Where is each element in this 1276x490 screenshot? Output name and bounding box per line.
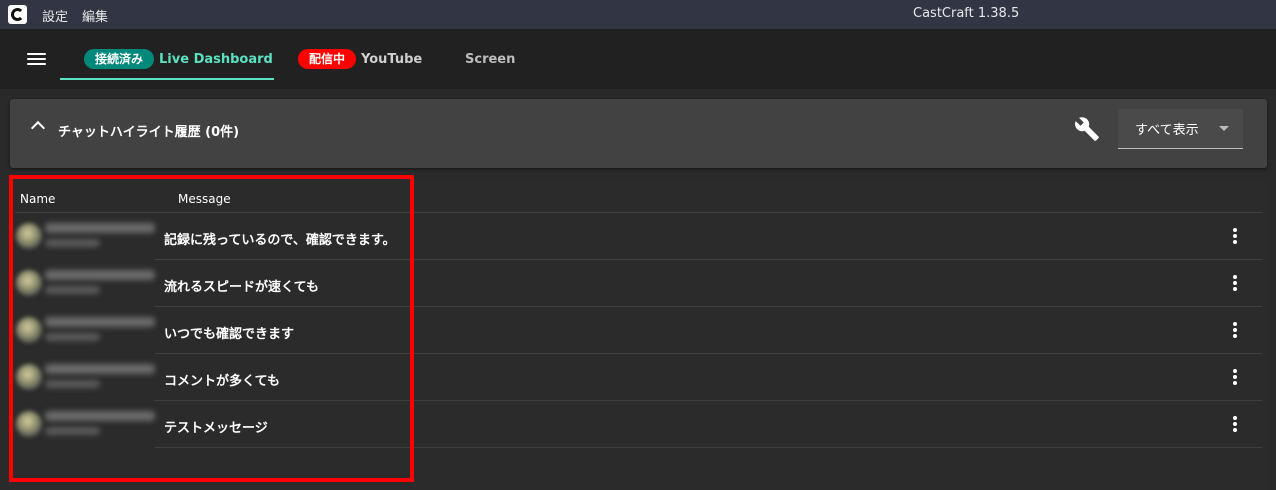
menu-edit[interactable]: 編集 [82, 6, 108, 25]
avatar [16, 317, 42, 343]
message-text: 記録に残っているので、確認できます。 [164, 233, 396, 248]
blurred-username [45, 411, 155, 421]
wrench-icon[interactable] [1074, 116, 1100, 142]
table-row[interactable]: テストメッセージ [15, 401, 1262, 448]
column-header-name: Name [20, 192, 56, 206]
tab-youtube[interactable]: 配信中 YouTube [298, 29, 422, 89]
tab-bar: 接続済み Live Dashboard 配信中 YouTube Screen [0, 29, 1276, 89]
column-header-message: Message [178, 192, 231, 206]
highlight-table: Name Message 記録に残っているので、確認できます。 流れるスピードが… [10, 180, 1267, 490]
more-vertical-icon[interactable] [1230, 368, 1240, 386]
more-vertical-icon[interactable] [1230, 274, 1240, 292]
active-tab-indicator [60, 78, 274, 80]
blurred-username [45, 317, 155, 327]
table-row[interactable]: 流れるスピードが速くても [15, 260, 1262, 307]
castcraft-logo-icon [8, 5, 27, 24]
table-row[interactable]: 記録に残っているので、確認できます。 [15, 213, 1262, 260]
display-filter-select[interactable]: すべて表示 [1118, 109, 1243, 149]
avatar [16, 270, 42, 296]
caret-down-icon [1219, 126, 1229, 131]
tab-label: Screen [465, 51, 516, 67]
tab-live-dashboard[interactable]: 接続済み Live Dashboard [84, 29, 273, 89]
blurred-subtext [45, 239, 100, 247]
blurred-username [45, 223, 155, 233]
avatar [16, 364, 42, 390]
avatar [16, 411, 42, 437]
tab-label: YouTube [361, 51, 423, 67]
message-text: コメントが多くても [164, 374, 280, 389]
message-text: いつでも確認できます [164, 327, 295, 342]
panel-title: チャットハイライト履歴 (0件) [58, 125, 240, 140]
more-vertical-icon[interactable] [1230, 415, 1240, 433]
blurred-subtext [45, 380, 100, 388]
more-vertical-icon[interactable] [1230, 227, 1240, 245]
message-text: テストメッセージ [164, 421, 268, 436]
live-status-badge: 配信中 [298, 49, 357, 69]
window-title: CastCraft 1.38.5 [913, 6, 1020, 21]
title-bar: 設定 編集 CastCraft 1.38.5 [0, 0, 1276, 29]
connection-status-badge: 接続済み [84, 49, 155, 69]
table-row[interactable]: コメントが多くても [15, 354, 1262, 401]
more-vertical-icon[interactable] [1230, 321, 1240, 339]
hamburger-menu-icon[interactable] [26, 51, 48, 67]
menu-settings[interactable]: 設定 [42, 6, 68, 25]
chevron-up-icon[interactable] [30, 120, 46, 136]
tab-screen[interactable]: Screen [465, 29, 515, 89]
tab-label: Live Dashboard [159, 51, 273, 67]
blurred-subtext [45, 427, 100, 435]
message-text: 流れるスピードが速くても [164, 280, 319, 295]
blurred-username [45, 364, 155, 374]
blurred-subtext [45, 333, 100, 341]
blurred-subtext [45, 286, 100, 294]
chat-highlight-panel-header: チャットハイライト履歴 (0件) すべて表示 [10, 99, 1267, 168]
table-row[interactable]: いつでも確認できます [15, 307, 1262, 354]
avatar [16, 223, 42, 249]
filter-value: すべて表示 [1135, 123, 1199, 138]
blurred-username [45, 270, 155, 280]
